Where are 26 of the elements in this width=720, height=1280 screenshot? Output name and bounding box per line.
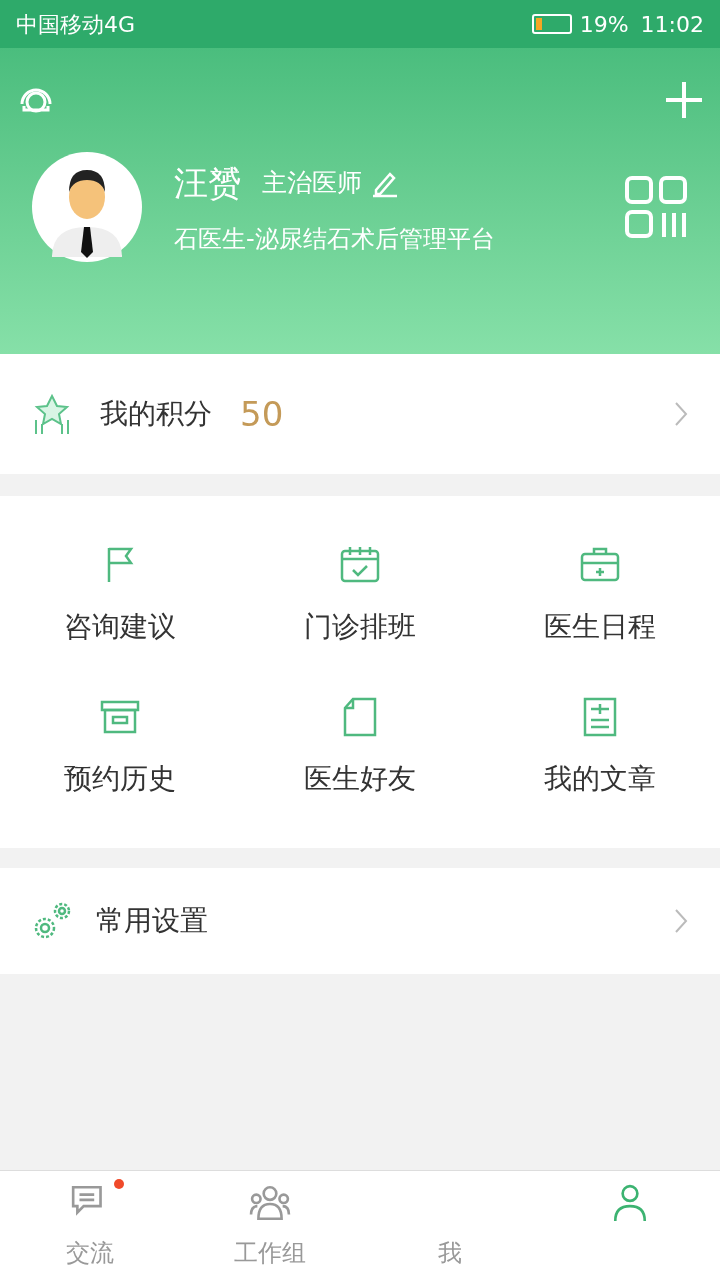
settings-row[interactable]: 常用设置	[0, 868, 720, 974]
group-icon	[248, 1183, 292, 1223]
avatar-icon	[32, 152, 142, 262]
chevron-right-icon	[674, 401, 688, 427]
points-label: 我的积分	[100, 396, 212, 432]
battery-text: 19%	[579, 10, 629, 39]
gears-icon	[32, 901, 72, 941]
menu-item[interactable]: 门诊排班	[240, 520, 480, 672]
menu-item[interactable]: 预约历史	[0, 672, 240, 824]
battery-icon	[531, 14, 572, 34]
chevron-right-icon	[674, 908, 688, 934]
points-value: 50	[240, 392, 284, 436]
menu-item[interactable]: 医生好友	[240, 672, 480, 824]
clock-text: 11:02	[640, 10, 704, 39]
menu-item[interactable]: 咨询建议	[0, 520, 240, 672]
qr-code-icon[interactable]	[624, 175, 688, 239]
menu-item[interactable]: 医生日程	[480, 520, 720, 672]
menu-item[interactable]: 我的文章	[480, 672, 720, 824]
doctor-name: 汪赟	[174, 161, 242, 205]
star-icon	[32, 394, 72, 434]
points-row[interactable]: 我的积分 50	[0, 354, 720, 474]
platform-name: 石医生-泌尿结石术后管理平台	[174, 223, 495, 255]
settings-label: 常用设置	[96, 903, 208, 939]
plus-icon[interactable]	[664, 80, 704, 120]
carrier-text: 中国移动4G	[16, 10, 136, 39]
doctor-title: 主治医师	[262, 167, 362, 200]
